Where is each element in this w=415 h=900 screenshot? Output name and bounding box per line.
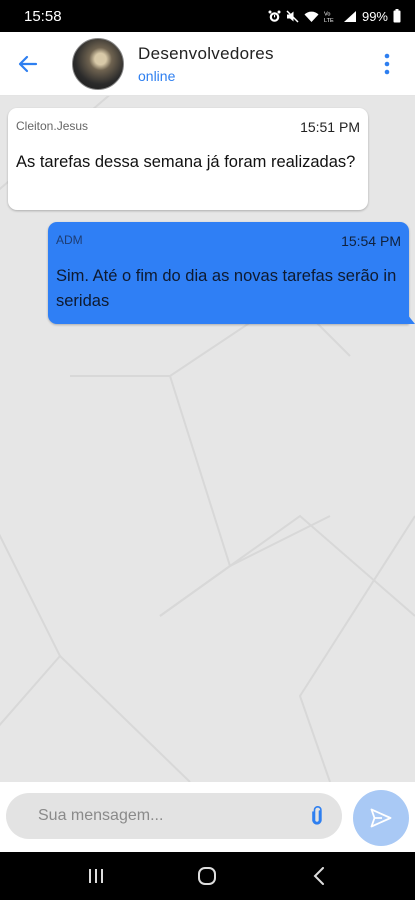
- message-bubble-incoming[interactable]: Cleiton.Jesus 15:51 PM As tarefas dessa …: [8, 108, 368, 210]
- arrow-left-icon: [18, 55, 38, 72]
- back-nav-icon: [313, 867, 325, 885]
- bubble-tail: [407, 314, 415, 324]
- chat-header: Desenvolvedores online: [0, 32, 415, 96]
- volte-icon: VoLTE: [324, 11, 334, 23]
- battery-icon: [393, 9, 401, 23]
- message-input[interactable]: [38, 793, 288, 839]
- back-button[interactable]: [0, 32, 56, 96]
- message-time: 15:54 PM: [341, 233, 401, 249]
- back-nav-button[interactable]: [289, 852, 349, 900]
- status-icons: Vo LTE 99%: [268, 9, 401, 24]
- mute-icon: [286, 9, 299, 23]
- recent-apps-icon: [88, 869, 103, 883]
- svg-text:LTE: LTE: [324, 18, 334, 23]
- home-icon: [198, 867, 217, 885]
- status-bar: 15:58 Vo LTE 99%: [0, 0, 415, 32]
- chat-title: Desenvolvedores: [138, 43, 274, 63]
- paperclip-icon: [312, 806, 322, 825]
- chat-title-block[interactable]: Desenvolvedores online: [138, 44, 359, 84]
- message-bubble-outgoing[interactable]: ADM 15:54 PM Sim. Até o fim do dia as no…: [48, 222, 415, 324]
- chat-online-status: online: [138, 67, 176, 84]
- more-vertical-icon: [384, 53, 390, 74]
- svg-text:Vo: Vo: [324, 11, 330, 17]
- system-nav-bar: [0, 852, 415, 900]
- message-text: Sim. Até o fim do dia as novas tarefas s…: [56, 267, 397, 310]
- chat-message-list[interactable]: Cleiton.Jesus 15:51 PM As tarefas dessa …: [0, 96, 415, 782]
- wifi-icon: [304, 11, 319, 22]
- message-input-container[interactable]: [6, 793, 342, 839]
- battery-percent: 99%: [361, 8, 388, 24]
- signal-icon: [343, 10, 356, 22]
- message-composer: [0, 782, 415, 852]
- avatar[interactable]: [72, 37, 124, 90]
- alarm-icon: [268, 10, 281, 22]
- home-button[interactable]: [177, 852, 237, 900]
- message-time: 15:51 PM: [300, 119, 360, 135]
- message-text: As tarefas dessa semana já foram realiza…: [16, 153, 356, 171]
- send-button[interactable]: [353, 790, 409, 846]
- message-sender: Cleiton.Jesus: [16, 119, 89, 133]
- status-time: 15:58: [24, 7, 62, 25]
- message-sender: ADM: [56, 233, 83, 247]
- send-icon: [370, 808, 392, 828]
- attach-button[interactable]: [306, 805, 328, 827]
- more-options-button[interactable]: [359, 32, 415, 96]
- recent-apps-button[interactable]: [66, 852, 126, 900]
